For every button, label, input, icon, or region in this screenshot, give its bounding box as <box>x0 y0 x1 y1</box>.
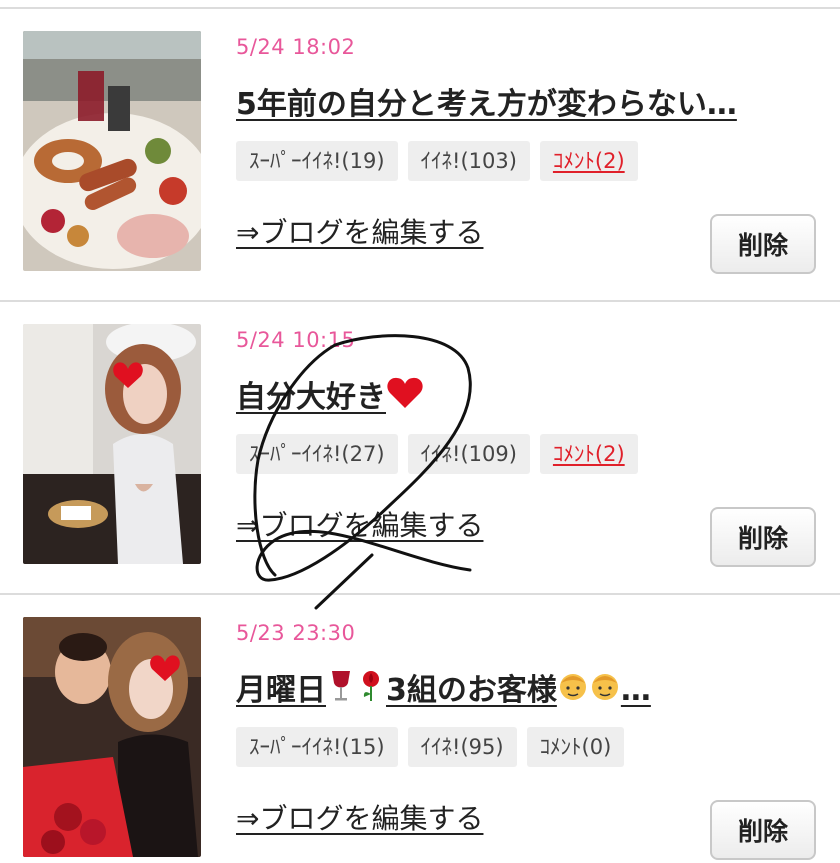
like-count[interactable]: ｲｲﾈ!(103) <box>407 141 530 181</box>
post-reactions: ｽｰﾊﾟｰｲｲﾈ!(15) ｲｲﾈ!(95) ｺﾒﾝﾄ(0) <box>236 727 625 767</box>
comment-link[interactable]: ｺﾒﾝﾄ(2) <box>539 141 638 181</box>
boy-face-icon <box>589 669 621 711</box>
post-title-text-part1: 月曜日 <box>236 673 326 708</box>
delete-button[interactable]: 削除 <box>710 214 816 274</box>
comment-count[interactable]: ｺﾒﾝﾄ(0) <box>526 727 625 767</box>
title-ellipsis: … <box>620 673 651 708</box>
post-thumbnail[interactable] <box>23 324 201 564</box>
wine-glass-icon <box>326 669 356 711</box>
post-reactions: ｽｰﾊﾟｰｲｲﾈ!(19) ｲｲﾈ!(103) ｺﾒﾝﾄ(2) <box>236 141 638 181</box>
edit-blog-link[interactable]: ⇒ブログを編集する <box>236 504 483 544</box>
like-count[interactable]: ｲｲﾈ!(95) <box>407 727 517 767</box>
edit-blog-link[interactable]: ⇒ブログを編集する <box>236 211 483 251</box>
rose-icon <box>356 669 386 711</box>
like-count[interactable]: ｲｲﾈ!(109) <box>407 434 530 474</box>
delete-button[interactable]: 削除 <box>710 800 816 860</box>
blog-entry: 5/24 10:15 自分大好き ｽｰﾊﾟｰｲｲﾈ!(27) ｲｲﾈ!(109)… <box>0 300 840 593</box>
post-date: 5/23 23:30 <box>236 621 356 645</box>
super-like-count[interactable]: ｽｰﾊﾟｰｲｲﾈ!(27) <box>236 434 398 474</box>
super-like-count[interactable]: ｽｰﾊﾟｰｲｲﾈ!(19) <box>236 141 398 181</box>
post-title[interactable]: 月曜日 3組のお客様 … <box>236 665 806 711</box>
post-thumbnail[interactable] <box>23 617 201 857</box>
post-title-text: 自分大好き <box>236 380 386 415</box>
blog-entry: 5/23 23:30 月曜日 3組のお客様 … ｽｰﾊﾟｰｲｲﾈ!(15) ｲｲﾈ!… <box>0 593 840 863</box>
post-date: 5/24 10:15 <box>236 328 356 352</box>
post-title[interactable]: 自分大好き <box>236 372 806 418</box>
heart-icon <box>386 376 424 418</box>
post-title-text-part2: 3組のお客様 <box>386 673 557 708</box>
post-title[interactable]: 5年前の自分と考え方が変わらない… <box>236 79 806 123</box>
comment-link[interactable]: ｺﾒﾝﾄ(2) <box>539 434 638 474</box>
super-like-count[interactable]: ｽｰﾊﾟｰｲｲﾈ!(15) <box>236 727 398 767</box>
delete-button[interactable]: 削除 <box>710 507 816 567</box>
blog-entry: 5/24 18:02 5年前の自分と考え方が変わらない… ｽｰﾊﾟｰｲｲﾈ!(1… <box>0 7 840 300</box>
post-reactions: ｽｰﾊﾟｰｲｲﾈ!(27) ｲｲﾈ!(109) ｺﾒﾝﾄ(2) <box>236 434 638 474</box>
boy-face-icon <box>557 669 589 711</box>
post-thumbnail[interactable] <box>23 31 201 271</box>
edit-blog-link[interactable]: ⇒ブログを編集する <box>236 797 483 837</box>
post-date: 5/24 18:02 <box>236 35 356 59</box>
